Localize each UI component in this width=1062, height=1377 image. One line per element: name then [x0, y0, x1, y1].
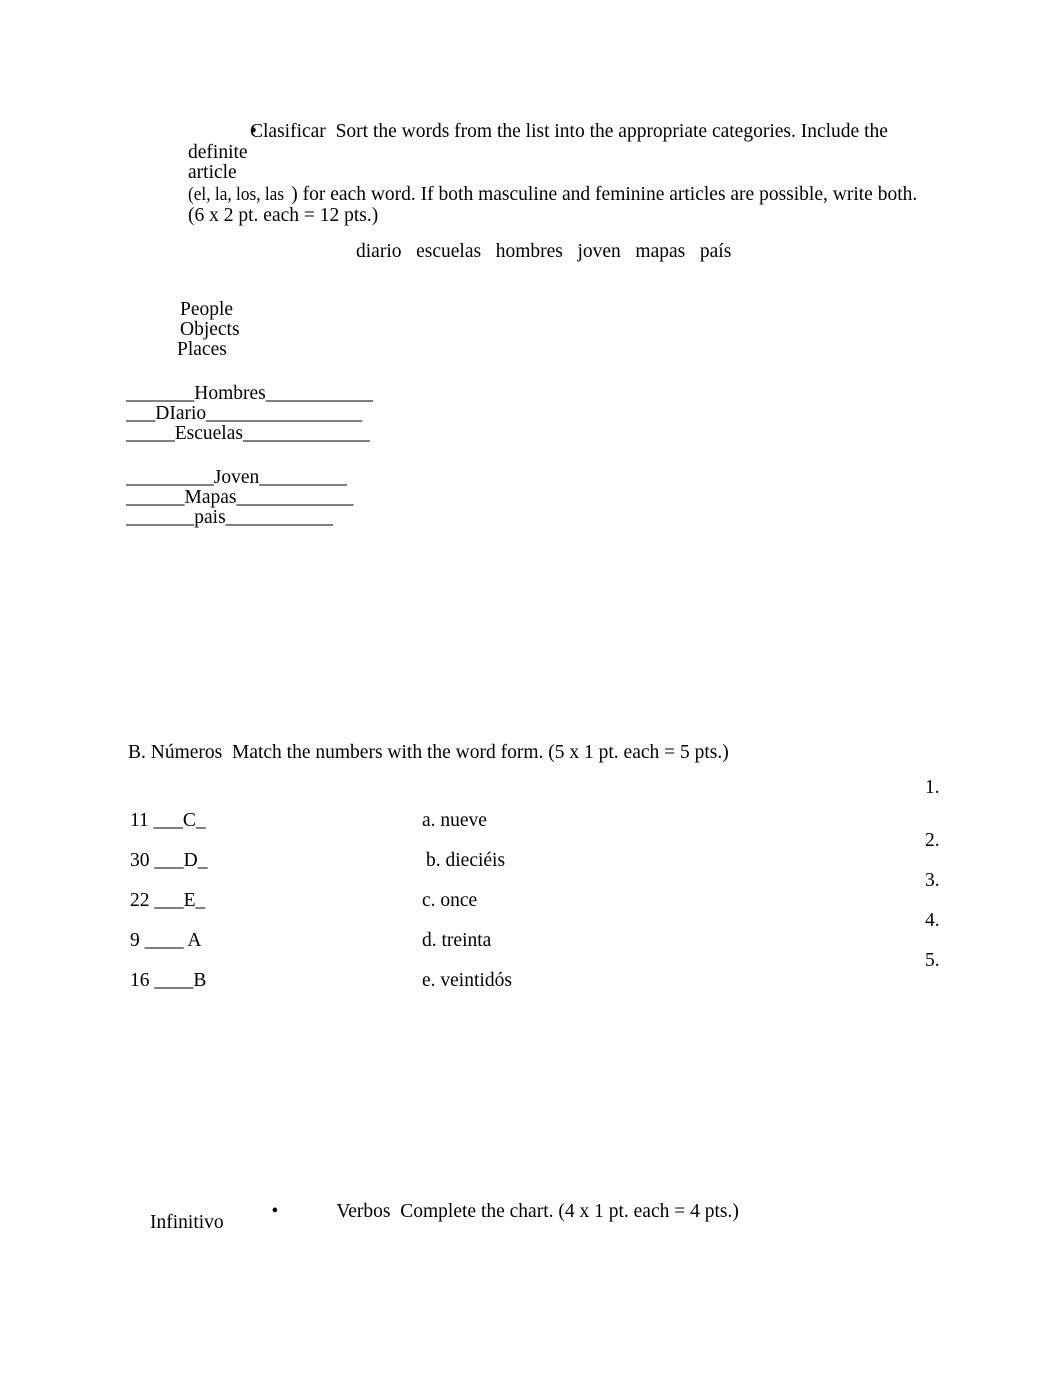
match-item-number[interactable]: 9 ____ A — [130, 930, 202, 952]
section-a-title: Clasificar — [250, 121, 326, 142]
document-page: •Clasificar Sort the words from the list… — [0, 0, 1062, 1377]
answer-blank-line[interactable]: _____Escuelas_____________ — [126, 423, 370, 445]
match-answer-choice: a. nueve — [422, 810, 487, 831]
section-a-articles-paren: (el, la, los, las — [188, 184, 285, 205]
match-item-number[interactable]: 30 ___D_ — [130, 850, 207, 872]
section-a-instruction-wrap: article — [188, 162, 237, 184]
match-item-number[interactable]: 11 ___C_ — [130, 810, 206, 832]
category-label-objects: Objects — [180, 319, 240, 340]
match-answer-choice: d. treinta — [422, 930, 492, 951]
section-c-heading: • Verbos Complete the chart. (4 x 1 pt. e… — [252, 1179, 739, 1245]
match-item-number[interactable]: 22 ___E_ — [130, 890, 205, 912]
bullet-icon: • — [250, 121, 257, 142]
verb-table-header-infinitivo: Infinitivo — [150, 1212, 224, 1233]
section-c-title-gap — [391, 1201, 401, 1222]
right-list-number: 5. — [925, 950, 940, 971]
answer-blank-line[interactable]: ___DIario________________ — [126, 403, 362, 425]
category-label-people: People — [180, 299, 234, 320]
category-label-places: Places — [177, 339, 227, 360]
section-a-word-list: diario escuelas hombres joven mapas país — [356, 241, 732, 262]
right-list-number: 2. — [925, 830, 940, 851]
section-a-instruction-line2: (el, la, los, las ) for each word. If bot… — [188, 184, 917, 206]
section-a-title-gap — [326, 121, 336, 142]
match-item-number[interactable]: 16 ____B — [130, 970, 206, 992]
right-list-number: 4. — [925, 910, 940, 931]
section-a-instruction-line2-rest: ) for each word. If both masculine and f… — [291, 184, 918, 205]
section-a-instruction-wrap-word: article — [188, 162, 237, 183]
match-answer-choice: e. veintidós — [422, 970, 512, 991]
answer-blank-line[interactable]: ______Mapas____________ — [126, 487, 354, 509]
answer-blank-line[interactable]: _______pais___________ — [126, 507, 333, 529]
section-b-heading: B. Números Match the numbers with the wo… — [128, 742, 729, 763]
section-a-points: (6 x 2 pt. each = 12 pts.) — [188, 205, 379, 226]
section-a-instruction: •Clasificar Sort the words from the list… — [188, 121, 940, 163]
section-c-instruction: Complete the chart. (4 x 1 pt. each = 4 … — [400, 1201, 739, 1222]
match-answer-choice: b. dieciéis — [426, 850, 506, 871]
answer-blank-line[interactable]: _______Hombres___________ — [126, 383, 373, 405]
right-list-number: 3. — [925, 870, 940, 891]
section-c-title: Verbos — [336, 1201, 391, 1222]
answer-blank-line[interactable]: _________Joven_________ — [126, 467, 347, 489]
right-list-number: 1. — [925, 777, 940, 798]
bullet-icon: • — [271, 1201, 279, 1222]
match-answer-choice: c. once — [422, 890, 478, 911]
